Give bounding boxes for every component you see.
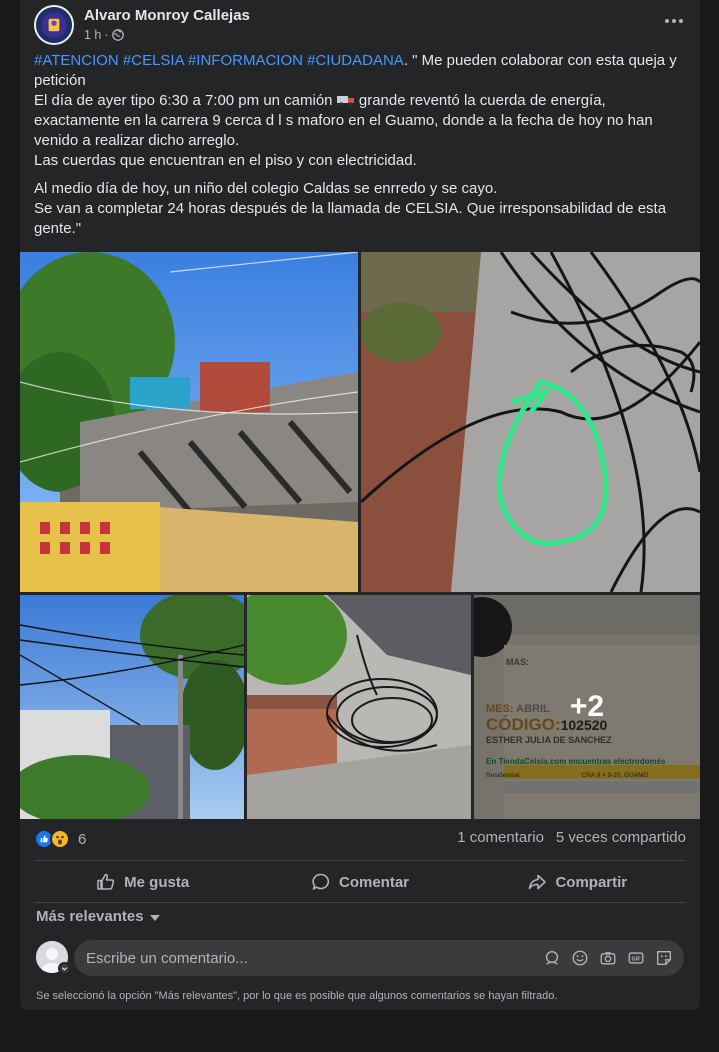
share-button[interactable]: Compartir bbox=[469, 864, 686, 900]
post-header: Alvaro Monroy Callejas 1 h · bbox=[34, 5, 686, 45]
more-options-icon[interactable] bbox=[662, 9, 686, 33]
comment-composer: Escribe un comentario... GIF bbox=[36, 940, 684, 976]
emoji-icon[interactable] bbox=[570, 948, 590, 968]
author-name[interactable]: Alvaro Monroy Callejas bbox=[84, 7, 250, 24]
post-text-line-5: Se van a completar 24 horas después de l… bbox=[34, 200, 667, 237]
photo-2-cables-highlighted[interactable] bbox=[361, 252, 700, 592]
gif-icon[interactable]: GIF bbox=[626, 948, 646, 968]
share-label: Compartir bbox=[555, 873, 628, 891]
post-text: #ATENCION #CELSIA #INFORMACION #CIUDADAN… bbox=[34, 51, 684, 247]
account-switch-icon[interactable] bbox=[58, 962, 71, 975]
photo-5-receipt[interactable]: MAS: MES: ABRIL CÓDIGO:102520 ESTHER JUL… bbox=[474, 595, 700, 819]
svg-text:GIF: GIF bbox=[632, 956, 642, 962]
reaction-count: 6 bbox=[78, 830, 87, 848]
hashtags-link[interactable]: #ATENCION #CELSIA #INFORMACION #CIUDADAN… bbox=[34, 52, 404, 69]
camera-icon[interactable] bbox=[598, 948, 618, 968]
post-text-line-2a: El día de ayer tipo 6:30 a 7:00 pm un ca… bbox=[34, 92, 333, 109]
post-stats: 6 1 comentario 5 veces compartido bbox=[34, 829, 686, 851]
globe-icon bbox=[111, 29, 124, 41]
post-text-line-3: Las cuerdas que encuentran en el piso y … bbox=[34, 152, 417, 169]
post-time[interactable]: 1 h bbox=[84, 28, 101, 42]
meta-separator: · bbox=[104, 28, 109, 42]
stats-divider bbox=[34, 860, 686, 861]
post-meta: 1 h · bbox=[84, 28, 124, 42]
actions-divider bbox=[34, 902, 686, 903]
sticker-icon[interactable] bbox=[654, 948, 674, 968]
shares-count[interactable]: 5 veces compartido bbox=[556, 829, 686, 846]
photo-3-power-lines[interactable] bbox=[20, 595, 244, 819]
comment-bubble-icon bbox=[312, 873, 330, 890]
wow-reaction-icon bbox=[50, 829, 70, 849]
photo-1-building[interactable] bbox=[20, 252, 358, 592]
caret-down-icon bbox=[149, 914, 160, 921]
comment-button[interactable]: Comentar bbox=[251, 864, 468, 900]
post-text-line-4: Al medio día de hoy, un niño del colegio… bbox=[34, 180, 498, 197]
like-button[interactable]: Me gusta bbox=[34, 864, 251, 900]
comments-count[interactable]: 1 comentario bbox=[457, 829, 544, 846]
comment-filter-dropdown[interactable]: Más relevantes bbox=[36, 908, 160, 925]
thumbs-up-icon bbox=[97, 873, 115, 890]
post-card: Alvaro Monroy Callejas 1 h · #ATENCION #… bbox=[20, 0, 700, 1010]
more-photos-count: +2 bbox=[569, 690, 605, 723]
post-paragraph-1: #ATENCION #CELSIA #INFORMACION #CIUDADAN… bbox=[34, 51, 684, 171]
share-arrow-icon bbox=[529, 874, 547, 890]
post-paragraph-2: Al medio día de hoy, un niño del colegio… bbox=[34, 179, 684, 239]
reactions-summary[interactable]: 6 bbox=[34, 829, 86, 849]
photo-4-coiled-cable[interactable] bbox=[247, 595, 471, 819]
photo-grid: MAS: MES: ABRIL CÓDIGO:102520 ESTHER JUL… bbox=[20, 252, 700, 819]
post-actions: Me gusta Comentar Compartir bbox=[34, 864, 686, 900]
comment-filter-label: Más relevantes bbox=[36, 908, 144, 925]
comment-label: Comentar bbox=[338, 873, 409, 891]
filter-note: Se seleccionó la opción "Más relevantes"… bbox=[36, 990, 558, 1002]
truck-emoji-icon bbox=[336, 96, 354, 106]
avatar-sticker-icon[interactable] bbox=[542, 948, 562, 968]
author-avatar[interactable] bbox=[34, 5, 74, 45]
more-photos-overlay[interactable]: +2 bbox=[474, 595, 700, 819]
comment-tools: GIF bbox=[542, 948, 674, 968]
like-label: Me gusta bbox=[124, 873, 190, 891]
engagement-counts: 1 comentario 5 veces compartido bbox=[457, 829, 686, 846]
